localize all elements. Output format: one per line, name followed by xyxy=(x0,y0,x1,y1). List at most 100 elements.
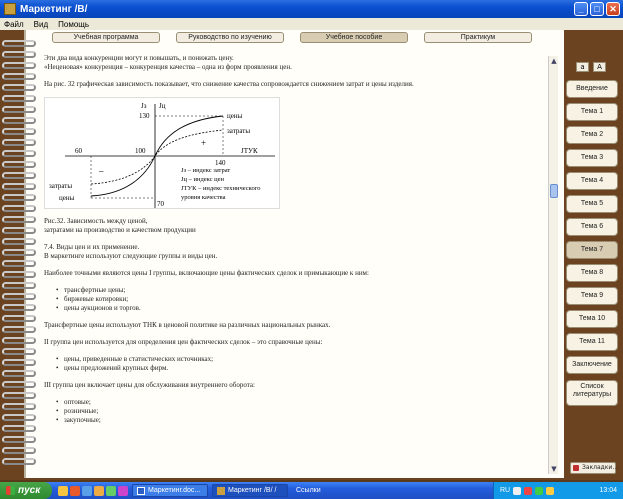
list-item: трансфертные цены; xyxy=(56,286,544,295)
figure-caption: Рис.32. Зависимость между ценой, затратам… xyxy=(44,217,196,234)
tab-topic-7[interactable]: Тема 7 xyxy=(566,241,618,259)
quicklaunch-icon[interactable] xyxy=(118,485,128,496)
links-toolbar[interactable]: Ссылки xyxy=(296,487,321,494)
list-item: цены, приведенные в статистических источ… xyxy=(56,355,544,364)
tab-topic-10[interactable]: Тема 10 xyxy=(566,310,618,328)
content-paragraph: Трансфертные цены используют ТНК в ценов… xyxy=(44,321,331,329)
language-indicator[interactable]: RU xyxy=(500,487,510,494)
tab-bibliography[interactable]: Список литературы xyxy=(566,380,618,406)
spiral-ring xyxy=(2,260,36,267)
topic-tabs: a A Введение Тема 1 Тема 2 Тема 3 Тема 4… xyxy=(566,60,622,499)
tab-topic-5[interactable]: Тема 5 xyxy=(566,195,618,213)
close-button[interactable]: ✕ xyxy=(606,2,620,16)
scroll-down-icon[interactable]: ▼ xyxy=(549,464,559,474)
scroll-up-icon[interactable]: ▲ xyxy=(549,56,559,66)
spiral-ring xyxy=(2,238,36,245)
spiral-ring xyxy=(2,150,36,157)
quicklaunch-icon[interactable] xyxy=(70,485,80,496)
app-window-icon xyxy=(217,486,225,495)
spiral-ring xyxy=(2,304,36,311)
tab-conclusion[interactable]: Заключение xyxy=(566,356,618,374)
clock: 13:04 xyxy=(599,487,617,494)
tick-label: 130 xyxy=(139,112,150,120)
tab-topic-3[interactable]: Тема 3 xyxy=(566,149,618,167)
taskbar-item-word[interactable]: Маркетинг.doc... xyxy=(132,484,208,497)
spiral-ring xyxy=(2,51,36,58)
quicklaunch-icon[interactable] xyxy=(58,485,68,496)
tab-topic-1[interactable]: Тема 1 xyxy=(566,103,618,121)
menu-file[interactable]: Файл xyxy=(4,20,24,29)
list-item: биржевые котировки; xyxy=(56,295,544,304)
menu-view[interactable]: Вид xyxy=(34,20,48,29)
series-label: затраты xyxy=(49,182,72,190)
spiral-ring xyxy=(2,326,36,333)
window-title: Маркетинг /В/ xyxy=(20,3,88,15)
spiral-ring xyxy=(2,381,36,388)
spiral-ring xyxy=(2,403,36,410)
spiral-ring xyxy=(2,414,36,421)
quicklaunch-icon[interactable] xyxy=(82,485,92,496)
tick-label: 60 xyxy=(75,147,83,155)
spiral-ring xyxy=(2,73,36,80)
start-button[interactable]: пуск xyxy=(0,482,52,499)
spiral-ring xyxy=(2,348,36,355)
minimize-button[interactable]: _ xyxy=(574,2,588,16)
tab-topic-8[interactable]: Тема 8 xyxy=(566,264,618,282)
spiral-ring xyxy=(2,370,36,377)
scroll-thumb[interactable] xyxy=(550,184,558,198)
spiral-ring xyxy=(2,447,36,454)
vertical-scrollbar[interactable]: ▲ ▼ xyxy=(548,56,558,474)
tab-textbook[interactable]: Учебное пособие xyxy=(300,32,408,43)
quicklaunch-icon[interactable] xyxy=(94,485,104,496)
font-smaller-button[interactable]: a xyxy=(576,62,589,72)
tab-workshop[interactable]: Практикум xyxy=(424,32,532,43)
spiral-ring xyxy=(2,271,36,278)
list-item: цены предложений крупных фирм. xyxy=(56,364,544,373)
font-larger-button[interactable]: A xyxy=(593,62,606,72)
bookmarks-button[interactable]: Закладки... xyxy=(570,462,618,474)
list-item: цены аукционов и торгов. xyxy=(56,304,544,313)
spiral-ring xyxy=(2,458,36,465)
spiral-ring xyxy=(2,293,36,300)
spiral-binding xyxy=(2,40,38,480)
menu-help[interactable]: Помощь xyxy=(58,20,89,29)
spiral-ring xyxy=(2,194,36,201)
spiral-ring xyxy=(2,216,36,223)
word-doc-icon xyxy=(137,486,145,495)
spiral-ring xyxy=(2,117,36,124)
spiral-ring xyxy=(2,84,36,91)
tab-study-guide[interactable]: Руководство по изучению xyxy=(176,32,284,43)
taskbar-item-marketing[interactable]: Маркетинг /В/ / xyxy=(212,484,288,497)
tab-topic-2[interactable]: Тема 2 xyxy=(566,126,618,144)
spiral-ring xyxy=(2,282,36,289)
page-content: Эти два вида конкуренции могут и повышат… xyxy=(44,54,544,474)
series-label: цены xyxy=(227,112,243,120)
content-paragraph: Наиболее точными являются цены I группы,… xyxy=(44,269,369,277)
quicklaunch-icon[interactable] xyxy=(106,485,116,496)
tray-icon[interactable] xyxy=(546,486,555,495)
content-paragraph: III группа цен включает цены для обслужи… xyxy=(44,381,255,389)
tray-icon[interactable] xyxy=(513,486,522,495)
spiral-ring xyxy=(2,139,36,146)
tab-introduction[interactable]: Введение xyxy=(566,80,618,98)
tick-label: 70 xyxy=(157,200,165,208)
spiral-ring xyxy=(2,205,36,212)
spiral-ring xyxy=(2,436,36,443)
tab-curriculum[interactable]: Учебная программа xyxy=(52,32,160,43)
tray-icon[interactable] xyxy=(535,486,544,495)
price-list-group1: трансфертные цены; биржевые котировки; ц… xyxy=(56,286,544,313)
spiral-ring xyxy=(2,425,36,432)
spiral-ring xyxy=(2,249,36,256)
tab-topic-11[interactable]: Тема 11 xyxy=(566,333,618,351)
tray-icon[interactable] xyxy=(524,486,533,495)
legend-line: уровня качества xyxy=(181,194,226,201)
content-paragraph: II группа цен используется для определен… xyxy=(44,338,323,346)
tab-topic-6[interactable]: Тема 6 xyxy=(566,218,618,236)
app-icon xyxy=(4,3,16,15)
spiral-ring xyxy=(2,183,36,190)
taskbar: пуск Маркетинг.doc... Маркетинг /В/ / Сс… xyxy=(0,482,623,499)
tab-topic-9[interactable]: Тема 9 xyxy=(566,287,618,305)
maximize-button[interactable]: □ xyxy=(590,2,604,16)
tab-topic-4[interactable]: Тема 4 xyxy=(566,172,618,190)
spiral-ring xyxy=(2,62,36,69)
